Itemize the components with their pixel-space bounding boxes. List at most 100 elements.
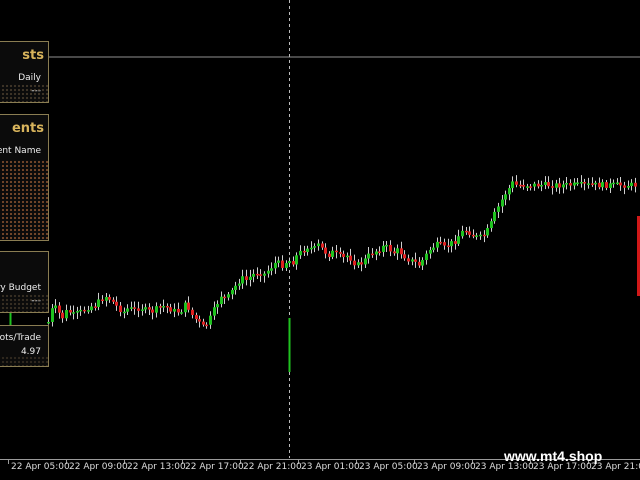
instruments-panel[interactable]: ents ent Name: [0, 114, 49, 241]
candle-bull[interactable]: [357, 262, 360, 266]
budget-panel[interactable]: ry Budget ---: [0, 251, 49, 313]
candle-bear[interactable]: [389, 244, 392, 252]
candle-bull[interactable]: [241, 276, 244, 284]
candle-bear[interactable]: [256, 273, 259, 276]
candle-bull[interactable]: [263, 273, 266, 276]
candle-bear[interactable]: [522, 184, 525, 187]
candle-bull[interactable]: [385, 244, 388, 247]
candle-bull[interactable]: [216, 304, 219, 308]
candle-bear[interactable]: [447, 245, 450, 248]
candle-bear[interactable]: [133, 307, 136, 309]
candle-bear[interactable]: [198, 319, 201, 322]
candle-bull[interactable]: [375, 251, 378, 255]
candle-bull[interactable]: [457, 236, 460, 244]
candle-bull[interactable]: [612, 182, 615, 185]
candle-bull[interactable]: [180, 312, 183, 314]
candle-bear[interactable]: [583, 182, 586, 184]
candle-bear[interactable]: [414, 259, 417, 262]
candle-bull[interactable]: [306, 248, 309, 252]
candle-bull[interactable]: [72, 312, 75, 314]
candle-bear[interactable]: [112, 299, 115, 302]
candle-bull[interactable]: [79, 309, 82, 312]
candle-bull[interactable]: [267, 270, 270, 274]
candle-bear[interactable]: [591, 183, 594, 185]
candle-bull[interactable]: [238, 283, 241, 286]
candle-bull[interactable]: [65, 310, 68, 319]
candle-bull[interactable]: [475, 235, 478, 237]
candle-bear[interactable]: [418, 261, 421, 266]
candle-bull[interactable]: [144, 307, 147, 310]
candle-bear[interactable]: [339, 252, 342, 254]
candle-bull[interactable]: [331, 250, 334, 257]
candle-bull[interactable]: [274, 262, 277, 269]
candle-bull[interactable]: [249, 276, 252, 280]
candle-bull[interactable]: [155, 306, 158, 313]
candle-bear[interactable]: [61, 312, 64, 319]
candle-bull[interactable]: [421, 260, 424, 266]
candle-bear[interactable]: [400, 248, 403, 255]
candle-bull[interactable]: [425, 253, 428, 261]
candle-bear[interactable]: [321, 243, 324, 248]
candle-bear[interactable]: [119, 305, 122, 313]
candle-bull[interactable]: [97, 299, 100, 307]
candle-bull[interactable]: [285, 263, 288, 268]
candle-bull[interactable]: [587, 183, 590, 185]
candle-bull[interactable]: [87, 310, 90, 312]
candle-bull[interactable]: [411, 259, 414, 262]
candle-bull[interactable]: [346, 255, 349, 258]
candle-bear[interactable]: [515, 181, 518, 185]
candle-bear[interactable]: [353, 260, 356, 266]
candle-bear[interactable]: [137, 308, 140, 311]
candle-bear[interactable]: [619, 182, 622, 186]
candle-bear[interactable]: [58, 305, 61, 313]
candle-bear[interactable]: [166, 306, 169, 308]
candle-bear[interactable]: [151, 309, 154, 313]
candle-bear[interactable]: [328, 253, 331, 257]
candle-bull[interactable]: [76, 311, 79, 313]
candle-bull[interactable]: [126, 308, 129, 312]
candle-bear[interactable]: [439, 241, 442, 244]
candle-bear[interactable]: [349, 255, 352, 261]
lots-panel[interactable]: ots/Trade 4.97: [0, 325, 49, 367]
candle-bull[interactable]: [130, 307, 133, 309]
candle-bull[interactable]: [54, 305, 57, 309]
candle-bull[interactable]: [565, 183, 568, 185]
candle-bull[interactable]: [123, 311, 126, 314]
candle-bull[interactable]: [162, 306, 165, 308]
candle-bull[interactable]: [277, 260, 280, 263]
candle-bear[interactable]: [324, 247, 327, 254]
candle-bear[interactable]: [177, 308, 180, 313]
candle-bull[interactable]: [526, 186, 529, 188]
candle-bear[interactable]: [598, 182, 601, 188]
candle-bear[interactable]: [634, 182, 637, 187]
candle-bear[interactable]: [108, 297, 111, 300]
candle-bull[interactable]: [627, 185, 630, 188]
candle-bull[interactable]: [576, 182, 579, 185]
candle-bear[interactable]: [259, 274, 262, 276]
candle-bear[interactable]: [551, 186, 554, 188]
candle-bull[interactable]: [436, 241, 439, 248]
candle-bull[interactable]: [540, 184, 543, 187]
candle-bear[interactable]: [547, 182, 550, 187]
candle-bear[interactable]: [205, 324, 208, 327]
candle-bull[interactable]: [209, 315, 212, 325]
candle-bear[interactable]: [335, 250, 338, 253]
candle-bear[interactable]: [195, 314, 198, 320]
candle-bear[interactable]: [472, 234, 475, 237]
candle-bear[interactable]: [605, 182, 608, 188]
candle-bull[interactable]: [508, 188, 511, 195]
candle-bear[interactable]: [529, 186, 532, 188]
candle-bull[interactable]: [533, 183, 536, 187]
candle-bull[interactable]: [310, 247, 313, 250]
candle-bear[interactable]: [403, 254, 406, 259]
candle-bull[interactable]: [573, 182, 576, 186]
candle-bull[interactable]: [227, 294, 230, 298]
candle-bull[interactable]: [252, 273, 255, 277]
candle-bull[interactable]: [47, 321, 50, 324]
candle-bull[interactable]: [213, 307, 216, 316]
candle-bear[interactable]: [407, 258, 410, 262]
candle-bull[interactable]: [231, 289, 234, 295]
candle-bear[interactable]: [623, 185, 626, 188]
candle-bear[interactable]: [281, 260, 284, 268]
candle-bull[interactable]: [295, 255, 298, 265]
